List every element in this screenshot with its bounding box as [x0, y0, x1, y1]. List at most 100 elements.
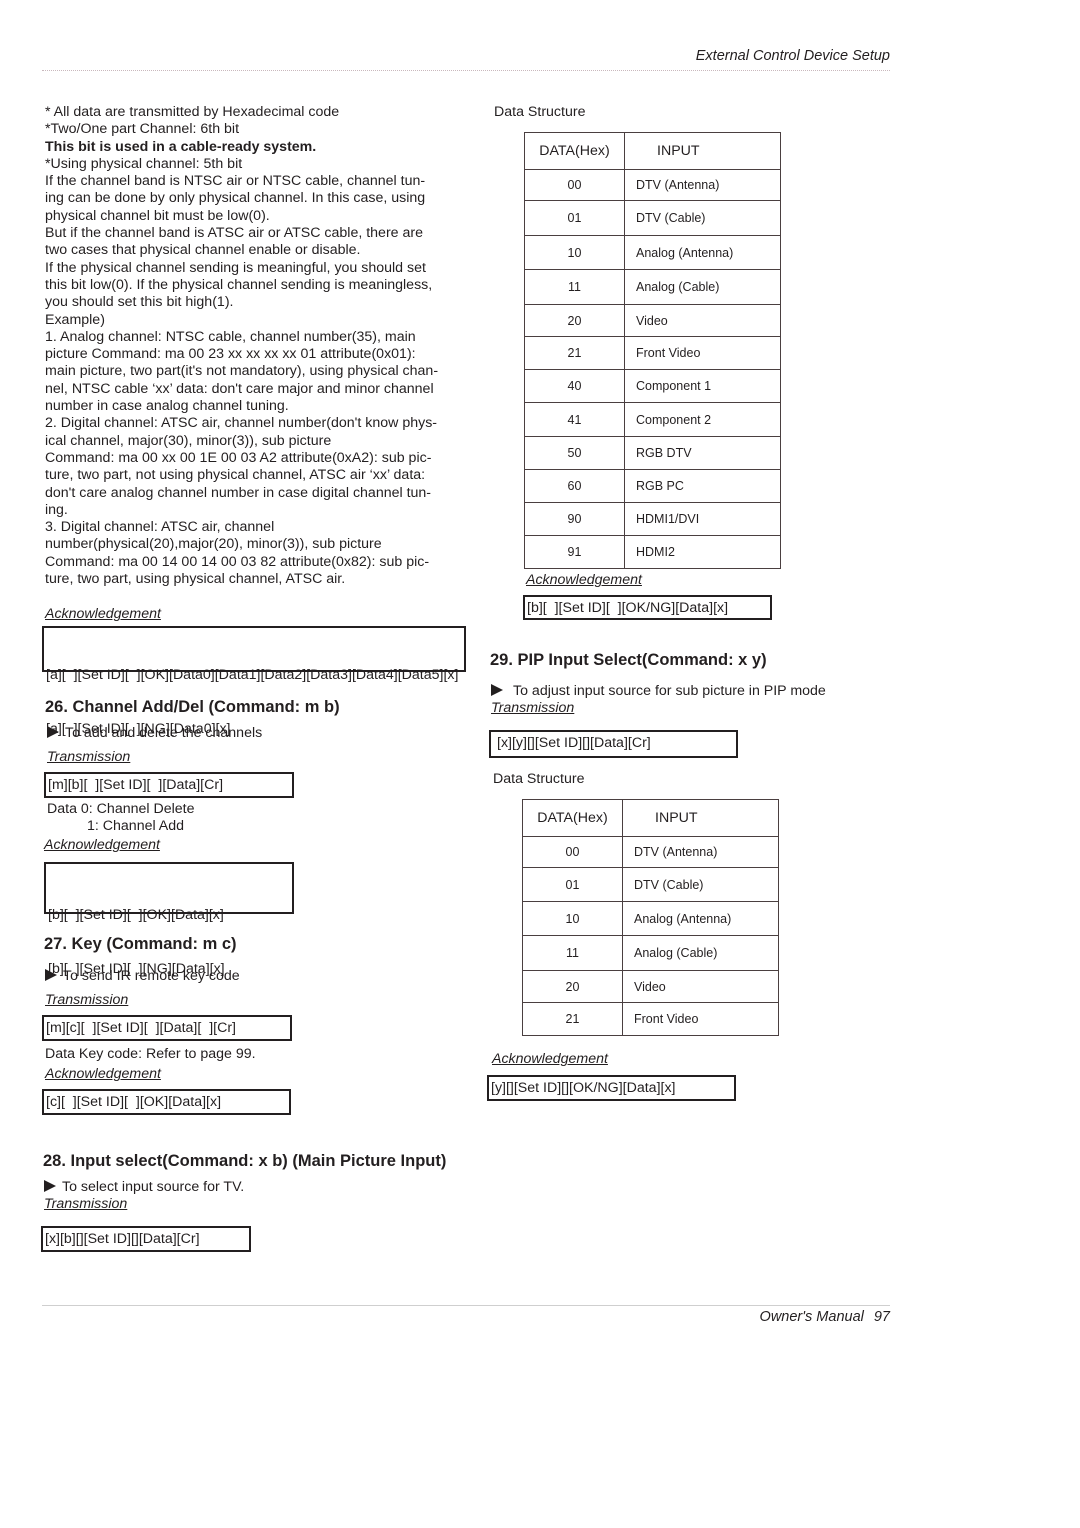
table-row: 11 Analog (Cable): [524, 269, 781, 305]
section-29-tx-box: [x][y][][Set ID][][Data][Cr]: [489, 730, 738, 758]
hex-cell: 91: [524, 535, 625, 569]
section-26-tx-label: Transmission: [47, 749, 131, 765]
intro-line: ing can be done by only physical channel…: [45, 190, 426, 207]
section-26-data-line2: 1: Channel Add: [87, 818, 185, 834]
intro-line: main picture, two part(it's not mandator…: [45, 363, 439, 380]
section-29-ds-label: Data Structure: [493, 771, 585, 787]
input-cell: RGB PC: [624, 469, 781, 503]
intro-ack-box: [a][ ][Set ID][ ][OK][Data0][Data1][Data…: [42, 626, 466, 737]
table-row: 01 DTV (Cable): [524, 200, 781, 236]
section-26-data-line1: Data 0: Channel Delete: [47, 801, 195, 817]
table-row: 00 DTV (Antenna): [524, 169, 781, 201]
intro-bold-note: This bit is used in a cable-ready system…: [45, 138, 317, 155]
input-cell: HDMI1/DVI: [624, 502, 781, 536]
intro-line: If the physical channel sending is meani…: [45, 259, 426, 276]
col-header-input: INPUT: [624, 132, 781, 170]
hex-cell: 21: [522, 1002, 623, 1036]
intro-line: this bit low(0). If the physical channel…: [45, 276, 433, 293]
col-header-input: INPUT: [622, 799, 779, 837]
desc-text: To send IR remote key code: [63, 968, 240, 984]
intro-line: nel, NTSC cable ‘xx’ data: don't care ma…: [45, 380, 434, 397]
section-26-title: 26. Channel Add/Del (Command: m b): [45, 698, 340, 716]
section-29-title: 29. PIP Input Select(Command: x y): [490, 651, 767, 669]
intro-line: number in case analog channel tuning.: [45, 398, 289, 415]
intro-ack-label: Acknowledgement: [45, 606, 161, 622]
intro-line: 1. Analog channel: NTSC cable, channel n…: [45, 328, 416, 345]
section-29-tx-label: Transmission: [491, 700, 575, 716]
intro-line: you should set this bit high(1).: [45, 294, 234, 311]
section-28-ack-box: [b][ ][Set ID][ ][OK/NG][Data][x]: [523, 595, 772, 620]
input-cell: Component 1: [624, 369, 781, 403]
hex-cell: 00: [524, 169, 625, 201]
input-cell: HDMI2: [624, 535, 781, 569]
section-27-ack-label: Acknowledgement: [45, 1066, 161, 1082]
col-header-hex: DATA(Hex): [524, 132, 625, 170]
table-row: 10 Analog (Antenna): [524, 235, 781, 270]
section-27-desc: To send IR remote key code: [45, 968, 240, 984]
hex-cell: 40: [524, 369, 625, 403]
hex-cell: 00: [522, 836, 623, 868]
hex-cell: 20: [524, 304, 625, 337]
section-28-data-table: DATA(Hex) INPUT 00 DTV (Antenna) 01 DTV (Ca…: [524, 132, 781, 569]
intro-line: *Two/One part Channel: 6th bit: [45, 121, 240, 138]
intro-paragraphs: If the channel band is NTSC air or NTSC …: [45, 173, 465, 588]
intro-line: *Using physical channel: 5th bit: [45, 155, 243, 172]
ack-line: [a][ ][Set ID][ ][OK][Data0][Data1][Data…: [46, 667, 459, 683]
section-27-ack-box: [c][ ][Set ID][ ][OK][Data][x]: [42, 1089, 291, 1115]
input-cell: DTV (Antenna): [622, 836, 779, 868]
arrow-right-icon: [491, 684, 503, 696]
section-27-tx-label: Transmission: [45, 992, 129, 1008]
hex-cell: 21: [524, 336, 625, 370]
arrow-right-icon: [44, 1180, 56, 1192]
intro-line: Command: ma 00 xx 00 1E 00 03 A2 attribu…: [45, 449, 432, 466]
intro-line: If the channel band is NTSC air or NTSC …: [45, 173, 426, 190]
footer-divider: [42, 1305, 890, 1306]
input-cell: Component 2: [624, 402, 781, 437]
section-28-ack-label: Acknowledgement: [526, 572, 642, 588]
section-28-ds-label: Data Structure: [494, 104, 586, 120]
hex-cell: 50: [524, 436, 625, 470]
intro-line: two cases that physical channel enable o…: [45, 242, 361, 259]
section-29-ack-label: Acknowledgement: [492, 1051, 608, 1067]
intro-line: Example): [45, 311, 105, 328]
col-header-hex: DATA(Hex): [522, 799, 623, 837]
page-header-title: External Control Device Setup: [695, 48, 890, 64]
input-cell: RGB DTV: [624, 436, 781, 470]
section-26-tx-box: [m][b][ ][Set ID][ ][Data][Cr]: [44, 772, 294, 798]
table-row: 20 Video: [522, 970, 779, 1003]
intro-line: 3. Digital channel: ATSC air, channel: [45, 519, 275, 536]
desc-text: To add and delete the channels: [65, 725, 263, 741]
header-divider: [42, 70, 890, 71]
table-row: 90 HDMI1/DVI: [524, 502, 781, 536]
section-29-data-table: DATA(Hex) INPUT 00 DTV (Antenna) 01 DTV (Ca…: [522, 799, 779, 1036]
footer-label: Owner's Manual: [759, 1309, 864, 1325]
table-row: 50 RGB DTV: [524, 436, 781, 470]
table-row: 21 Front Video: [522, 1002, 779, 1036]
desc-text: To adjust input source for sub picture i…: [513, 683, 826, 699]
section-28-title: 28. Input select(Command: x b) (Main Pic…: [43, 1152, 447, 1170]
hex-cell: 01: [524, 200, 625, 236]
hex-cell: 90: [524, 502, 625, 536]
input-cell: Analog (Cable): [622, 935, 779, 971]
hex-cell: 10: [524, 235, 625, 270]
section-29-desc: To adjust input source for sub picture i…: [491, 683, 826, 699]
input-cell: DTV (Antenna): [624, 169, 781, 201]
table-row: 20 Video: [524, 304, 781, 337]
section-26-desc: To add and delete the channels: [47, 725, 262, 741]
intro-line: Command: ma 00 14 00 14 00 03 82 attribu…: [45, 553, 430, 570]
input-cell: Analog (Antenna): [622, 901, 779, 936]
intro-line: number(physical(20),major(20), minor(3))…: [45, 536, 382, 553]
table-row: 91 HDMI2: [524, 535, 781, 569]
table-row: 00 DTV (Antenna): [522, 836, 779, 868]
hex-cell: 60: [524, 469, 625, 503]
ack-line: [b][ ][Set ID][ ][OK][Data][x]: [48, 907, 224, 923]
section-28-tx-box: [x][b][][Set ID][][Data][Cr]: [41, 1226, 251, 1252]
hex-cell: 11: [522, 935, 623, 971]
input-cell: Video: [622, 970, 779, 1003]
table-row: 40 Component 1: [524, 369, 781, 403]
section-29-ack-box: [y][][Set ID][][OK/NG][Data][x]: [487, 1075, 736, 1101]
input-cell: DTV (Cable): [622, 867, 779, 902]
hex-cell: 10: [522, 901, 623, 936]
arrow-right-icon: [45, 969, 57, 981]
table-row: 41 Component 2: [524, 402, 781, 437]
